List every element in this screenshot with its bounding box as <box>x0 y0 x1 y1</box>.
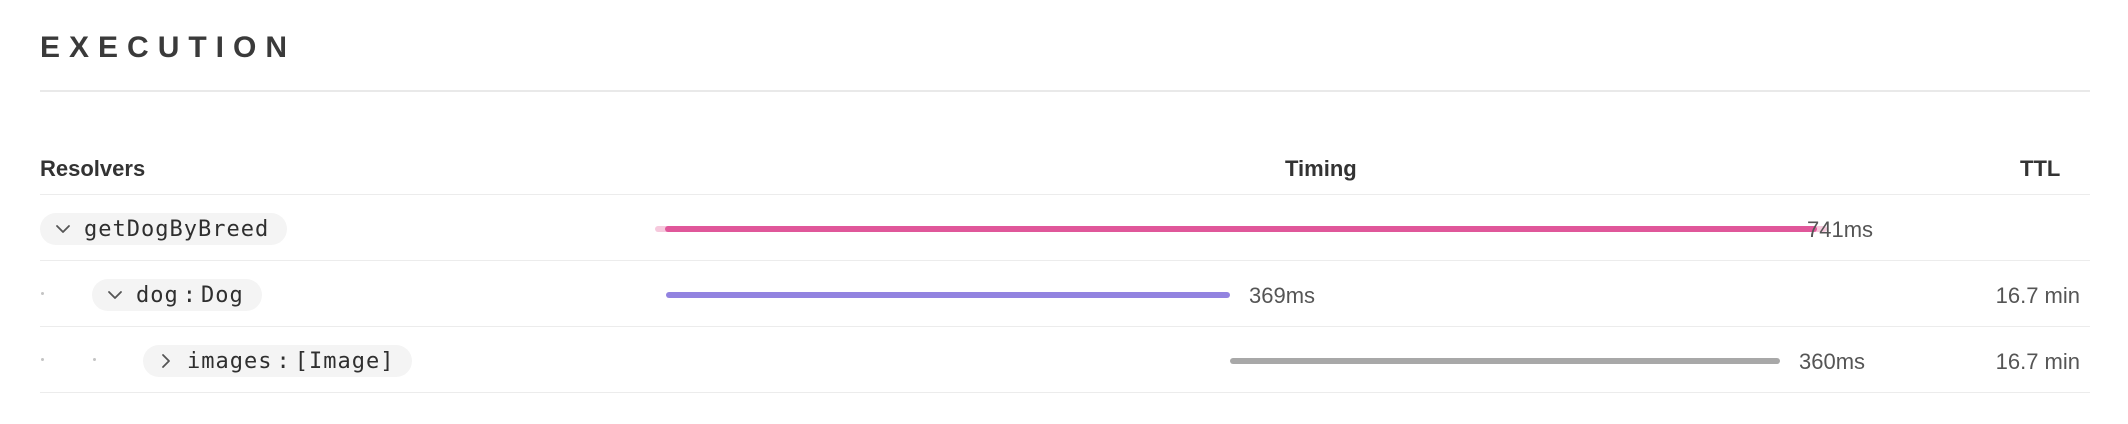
resolver-toggle-images[interactable]: images: [Image] <box>143 345 413 377</box>
timing-bar <box>665 226 1817 232</box>
duration-label: 360ms <box>1799 349 1866 374</box>
ttl-value: 16.7 min <box>1995 349 2080 374</box>
chevron-down-icon <box>52 218 74 240</box>
table-header: Resolvers Timing TTL <box>40 150 2090 195</box>
column-header-ttl: TTL <box>2020 156 2061 181</box>
resolver-row-images: images: [Image] 360ms 16.7 min <box>40 327 2090 393</box>
resolver-row-dog: dog: Dog 369ms 16.7 min <box>40 261 2090 327</box>
resolver-toggle-dog[interactable]: dog: Dog <box>92 279 262 311</box>
resolver-field-name: getDogByBreed <box>84 216 270 242</box>
section-divider <box>40 90 2090 92</box>
timing-bar <box>666 292 1230 298</box>
ttl-value: 16.7 min <box>1995 283 2080 308</box>
chevron-right-icon <box>155 350 177 372</box>
tree-guide-dot <box>93 358 96 361</box>
column-header-resolvers: Resolvers <box>40 156 146 181</box>
duration-label: 369ms <box>1249 283 1316 308</box>
resolver-field-name: images: [Image] <box>187 348 395 374</box>
tree-guide-dot <box>41 292 44 295</box>
section-title: EXECUTION <box>40 31 297 64</box>
column-header-timing: Timing <box>1285 156 1357 181</box>
timing-bar <box>1230 358 1780 364</box>
duration-label: 741ms <box>1807 217 1874 242</box>
tree-guide-dot <box>41 358 44 361</box>
resolver-field-name: dog: Dog <box>136 282 244 308</box>
resolver-row-getdogbybreed: getDogByBreed 741ms <box>40 195 2090 261</box>
resolver-toggle-getdogbybreed[interactable]: getDogByBreed <box>40 213 288 245</box>
chevron-down-icon <box>104 284 126 306</box>
